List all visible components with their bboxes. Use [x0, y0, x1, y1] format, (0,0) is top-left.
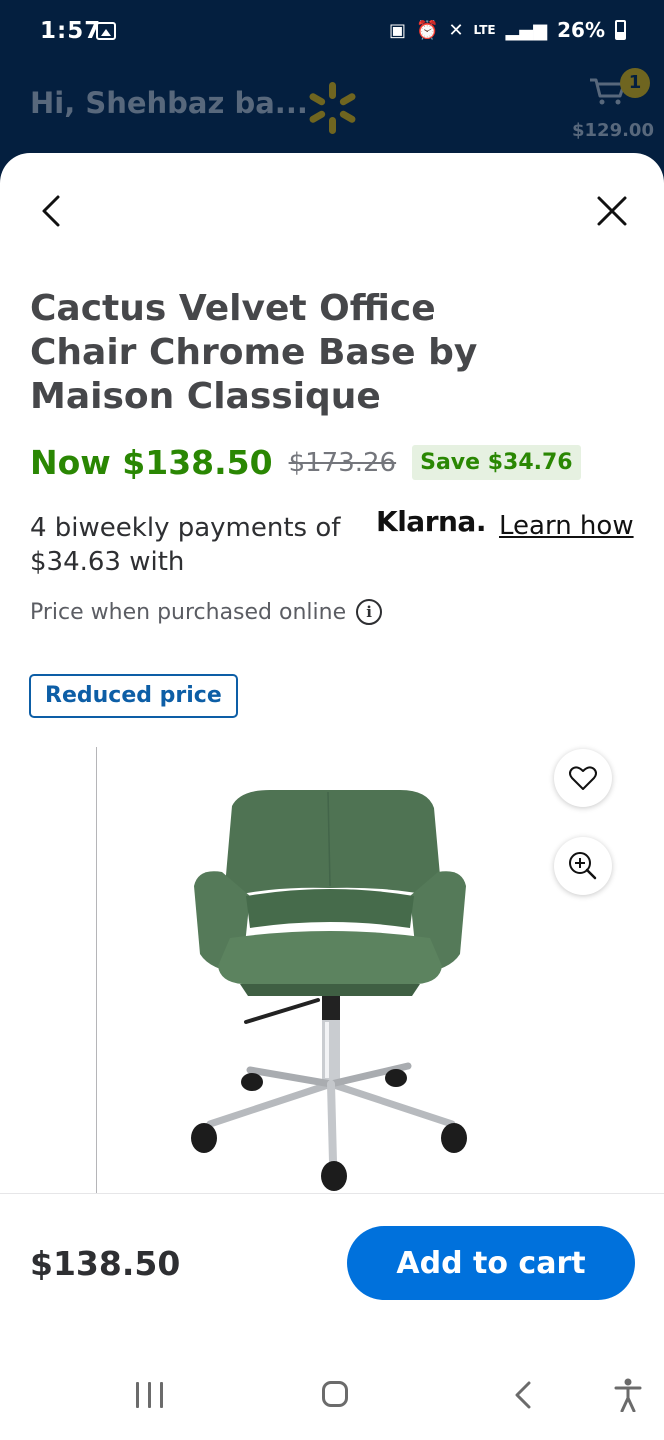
close-icon [597, 196, 627, 226]
klarna-logo: Klarna. [376, 505, 486, 538]
battery-percent: 26% [557, 18, 605, 42]
accessibility-icon[interactable] [614, 1378, 642, 1412]
recent-apps-button[interactable] [136, 1382, 164, 1408]
walmart-spark-logo [306, 82, 358, 134]
price-note: Price when purchased online i [30, 599, 383, 625]
price-row: Now $138.50 $173.26 Save $34.76 [30, 443, 581, 482]
bottom-price: $138.50 [30, 1244, 181, 1283]
klarna-payment-text: 4 biweekly payments of $34.63 with [30, 513, 341, 577]
gallery-divider [96, 747, 97, 1195]
network-type: LTE [473, 23, 496, 37]
add-to-cart-button[interactable]: Add to cart [347, 1226, 635, 1300]
favorite-button[interactable] [554, 749, 612, 807]
product-image[interactable] [150, 778, 510, 1198]
battery-icon [615, 20, 626, 40]
android-nav-bar [0, 1340, 664, 1440]
product-sheet: Cactus Velvet Office Chair Chrome Base b… [0, 153, 664, 1440]
zoom-in-icon [569, 852, 597, 880]
cart-total: $129.00 [572, 120, 654, 141]
reduced-price-badge: Reduced price [29, 674, 238, 718]
greeting-text[interactable]: Hi, Shehbaz ba... [30, 86, 308, 120]
zoom-button[interactable] [554, 837, 612, 895]
image-notification-icon [96, 22, 116, 40]
product-title: Cactus Velvet Office Chair Chrome Base b… [30, 288, 478, 417]
close-button[interactable] [590, 189, 634, 233]
mute-icon: ✕ [448, 19, 464, 41]
now-price: Now $138.50 [30, 443, 273, 482]
back-button[interactable] [30, 189, 74, 233]
save-badge: Save $34.76 [412, 445, 581, 480]
bottom-action-bar: $138.50 Add to cart [0, 1193, 664, 1334]
info-icon[interactable]: i [356, 599, 383, 625]
cart-count-badge: 1 [620, 68, 650, 98]
status-time: 1:57 [40, 18, 102, 44]
learn-how-link[interactable]: Learn how [499, 511, 634, 541]
cart-button[interactable]: 1 $129.00 [564, 66, 654, 146]
data-saver-icon: ▣ [389, 19, 407, 41]
nav-back-icon[interactable] [512, 1380, 534, 1410]
alarm-icon: ⏰ [416, 19, 439, 41]
signal-icon: ▂▄▆ [505, 19, 548, 41]
status-icons: ▣ ⏰ ✕ LTE ▂▄▆ 26% [389, 18, 626, 42]
status-bar: 1:57 ▣ ⏰ ✕ LTE ▂▄▆ 26% [0, 0, 664, 66]
chevron-left-icon [42, 195, 60, 227]
was-price: $173.26 [288, 447, 397, 478]
price-note-text: Price when purchased online [30, 599, 347, 625]
heart-icon [569, 766, 597, 790]
home-button[interactable] [322, 1381, 348, 1407]
